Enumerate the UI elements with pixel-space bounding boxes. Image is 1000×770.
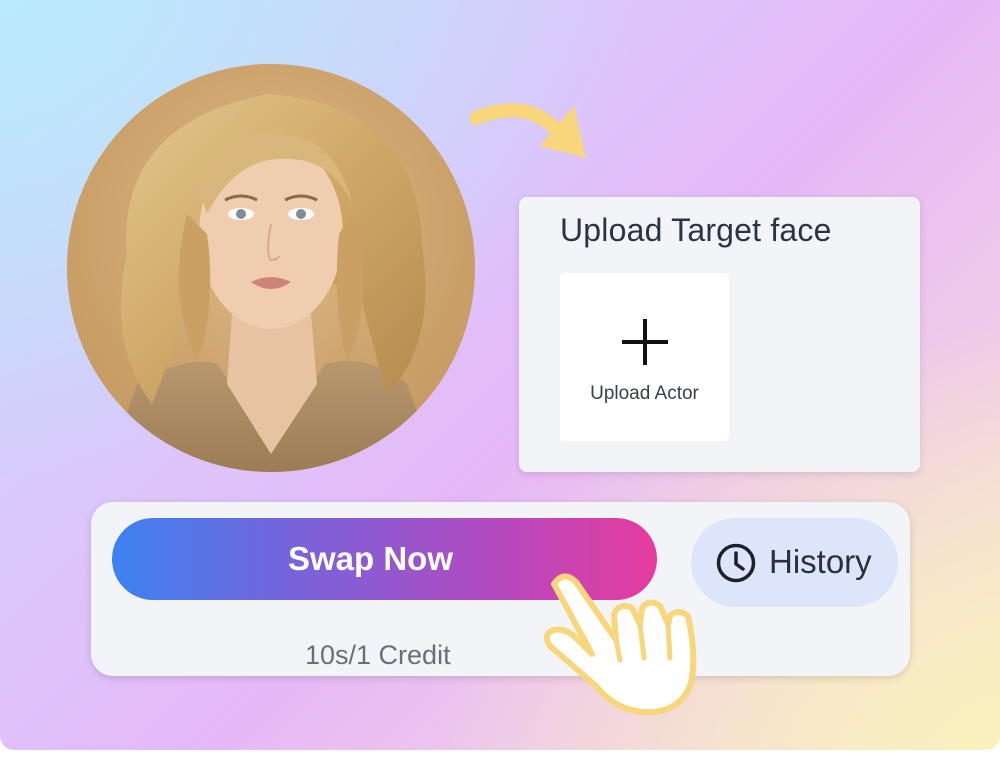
source-face-photo <box>67 64 475 472</box>
hand-pointer-icon <box>543 573 697 716</box>
plus-icon <box>622 319 668 365</box>
upload-actor-label: Upload Actor <box>590 383 699 404</box>
history-button[interactable]: History <box>691 518 898 607</box>
credit-cost-text: 10s/1 Credit <box>305 640 451 670</box>
upload-actor-tile[interactable]: Upload Actor <box>560 273 729 441</box>
clock-icon <box>716 543 756 583</box>
swap-now-label: Swap Now <box>287 540 454 577</box>
history-label: History <box>769 543 872 580</box>
curved-arrow-icon <box>470 103 586 158</box>
action-panel: Swap Now History 10s/1 Credit <box>91 502 910 676</box>
upload-target-face-panel: Upload Target face Upload Actor <box>519 197 920 472</box>
upload-title: Upload Target face <box>560 212 832 248</box>
